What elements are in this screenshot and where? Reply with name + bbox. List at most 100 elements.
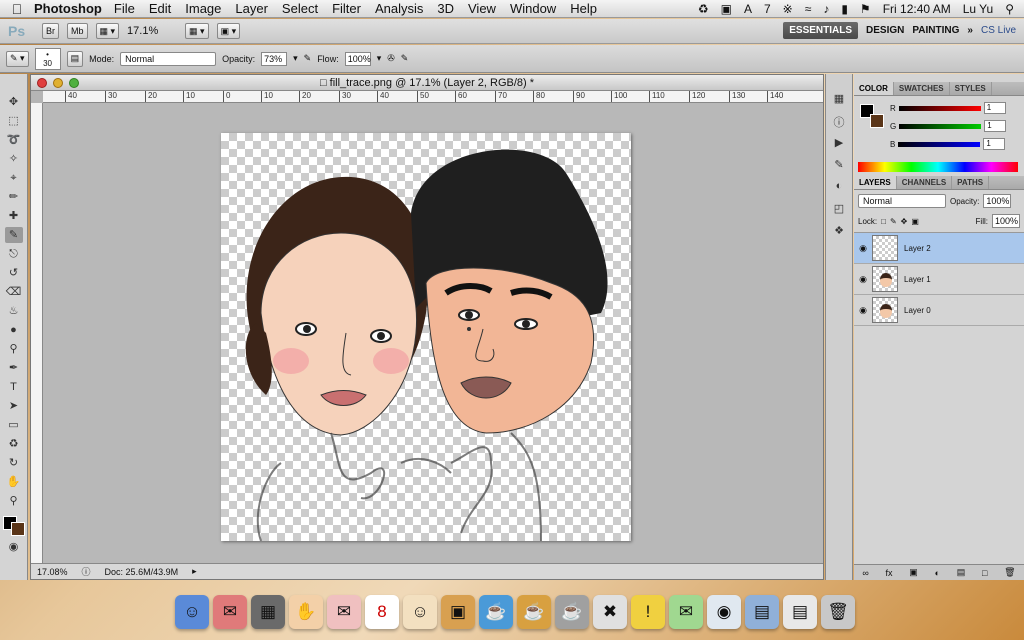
tablet-pressure-size-icon[interactable]: ✎ [401, 53, 409, 64]
tool-preset-picker[interactable]: ✎ ▾ [6, 50, 29, 67]
adjustment-layer-icon[interactable]: ◐ [935, 568, 940, 578]
flag-icon[interactable]: ⚑ [860, 2, 871, 16]
blue-channel-slider[interactable] [898, 141, 981, 147]
new-layer-icon[interactable]: □ [982, 568, 987, 578]
quick-mask-icon[interactable]: ◉ [5, 539, 23, 555]
arrange-documents-button[interactable]: ▦ ▾ [185, 23, 209, 39]
background-color-swatch[interactable] [10, 522, 25, 536]
screen-mode-button[interactable]: ▣ ▾ [216, 23, 241, 39]
tab-color[interactable]: COLOR [854, 82, 894, 95]
photoshop-dock-icon[interactable]: ☕ [479, 595, 513, 629]
tab-styles[interactable]: STYLES [950, 82, 992, 95]
utilities-icon[interactable]: ✖ [593, 595, 627, 629]
3d-orbit-tool-icon[interactable]: ↻ [5, 455, 23, 471]
folder-icon[interactable]: ▤ [745, 595, 779, 629]
wifi-icon[interactable]: ≈ [805, 2, 812, 16]
healing-brush-tool-icon[interactable]: ✚ [5, 208, 23, 224]
eraser-tool-icon[interactable]: ⌫ [5, 284, 23, 300]
shape-tool-icon[interactable]: ▭ [5, 417, 23, 433]
flow-dropdown-icon[interactable]: ▾ [377, 53, 382, 64]
spotlight-search-icon[interactable]: ⚲ [1005, 2, 1014, 16]
lock-transparency-icon[interactable]: □ [881, 217, 886, 226]
battery-icon[interactable]: ▮ [841, 2, 848, 16]
red-channel-slider[interactable] [898, 105, 981, 111]
hand-tool-icon[interactable]: ✋ [5, 474, 23, 490]
menu-layer[interactable]: Layer [235, 1, 268, 16]
lock-pixels-icon[interactable]: ✎ [890, 217, 897, 226]
clock[interactable]: Fri 12:40 AM [883, 2, 951, 16]
tab-paths[interactable]: PATHS [952, 176, 990, 189]
tablet-pressure-opacity-icon[interactable]: ✎ [304, 53, 312, 64]
calendar-icon[interactable]: 8 [365, 595, 399, 629]
minimize-window-button[interactable] [53, 78, 63, 88]
lock-all-icon[interactable]: ▣ [911, 217, 919, 226]
app-menu[interactable]: Photoshop [34, 1, 102, 16]
more-workspaces-button[interactable]: » [967, 25, 973, 36]
artwork-canvas[interactable] [221, 133, 631, 542]
history-brush-tool-icon[interactable]: ↺ [5, 265, 23, 281]
alert-app-icon[interactable]: ! [631, 595, 665, 629]
info-panel-icon[interactable]: ⓘ [831, 114, 847, 129]
layer-row-layer-1[interactable]: ◉ Layer 1 [854, 264, 1024, 295]
eyedropper-tool-icon[interactable]: ✏ [5, 189, 23, 205]
opacity-field[interactable]: 73% [261, 51, 288, 66]
finder-icon[interactable]: ☺ [175, 595, 209, 629]
paint-bucket-tool-icon[interactable]: ♨ [5, 303, 23, 319]
dashboard-icon[interactable]: ▦ [251, 595, 285, 629]
status-zoom-field[interactable]: 17.08% [37, 567, 68, 577]
trash-icon[interactable]: 🗑 [821, 595, 855, 629]
tool-presets-icon[interactable]: ❖ [831, 224, 847, 238]
menu-analysis[interactable]: Analysis [375, 1, 423, 16]
airbrush-icon[interactable]: ✇ [387, 53, 395, 64]
apple-menu-icon[interactable]:  [0, 1, 34, 17]
move-tool-icon[interactable]: ✥ [5, 94, 23, 110]
clone-stamp-tool-icon[interactable]: ⎋ [5, 246, 23, 262]
iphoto-icon[interactable]: ▣ [441, 595, 475, 629]
zoom-window-button[interactable] [69, 78, 79, 88]
brush-tool-icon[interactable]: ✎ [4, 227, 23, 243]
color-swatches[interactable] [2, 516, 25, 536]
lasso-tool-icon[interactable]: ➰ [5, 132, 23, 148]
tab-swatches[interactable]: SWATCHES [894, 82, 950, 95]
chrome-icon[interactable]: ◉ [707, 595, 741, 629]
layer-row-layer-2[interactable]: ◉ Layer 2 [854, 233, 1024, 264]
messages-icon[interactable]: ✉ [669, 595, 703, 629]
red-channel-value[interactable]: 1 [983, 102, 1006, 114]
hand-app-icon[interactable]: ✋ [289, 595, 323, 629]
tab-channels[interactable]: CHANNELS [897, 176, 953, 189]
adobe-updates-icon[interactable]: A [744, 2, 752, 16]
zoom-level-select[interactable]: 17.1% [127, 25, 177, 37]
cs-live-menu[interactable]: CS Live [981, 25, 1016, 36]
photo-booth-icon[interactable]: ☺ [403, 595, 437, 629]
adjustments-panel-icon[interactable]: ◐ [831, 180, 847, 194]
menu-image[interactable]: Image [185, 1, 221, 16]
workspace-design[interactable]: DESIGN [866, 25, 904, 36]
menu-edit[interactable]: Edit [149, 1, 171, 16]
layer-fill-field[interactable]: 100% [992, 214, 1020, 228]
blue-channel-value[interactable]: 1 [983, 138, 1006, 150]
type-tool-icon[interactable]: T [5, 379, 23, 395]
mail-app-icon[interactable]: ✉ [327, 595, 361, 629]
brush-panel-toggle[interactable]: ▤ [66, 50, 84, 67]
brush-preset-picker[interactable]: • 30 [34, 47, 61, 70]
delete-layer-icon[interactable]: 🗑 [1004, 567, 1015, 578]
3d-rotate-tool-icon[interactable]: ♻ [5, 436, 23, 452]
menu-file[interactable]: File [114, 1, 135, 16]
view-extras-button[interactable]: ▦ ▾ [95, 23, 120, 39]
layer-visibility-eye-icon[interactable]: ◉ [854, 274, 872, 285]
volume-icon[interactable]: ♪ [823, 2, 829, 16]
user-menu[interactable]: Lu Yu [963, 2, 993, 16]
opacity-dropdown-icon[interactable]: ▾ [293, 53, 298, 64]
workspace-painting[interactable]: PAINTING [912, 25, 959, 36]
menu-filter[interactable]: Filter [332, 1, 361, 16]
path-selection-tool-icon[interactable]: ➤ [5, 398, 23, 414]
layer-style-icon[interactable]: fx [886, 568, 893, 578]
quick-selection-tool-icon[interactable]: ✧ [5, 151, 23, 167]
menu-help[interactable]: Help [570, 1, 597, 16]
menu-view[interactable]: View [468, 1, 496, 16]
green-channel-value[interactable]: 1 [984, 120, 1007, 132]
add-mask-icon[interactable]: ▣ [909, 567, 918, 578]
layer-visibility-eye-icon[interactable]: ◉ [854, 243, 872, 254]
crop-tool-icon[interactable]: ⌖ [5, 170, 23, 186]
notes-app-icon[interactable]: ✉ [213, 595, 247, 629]
